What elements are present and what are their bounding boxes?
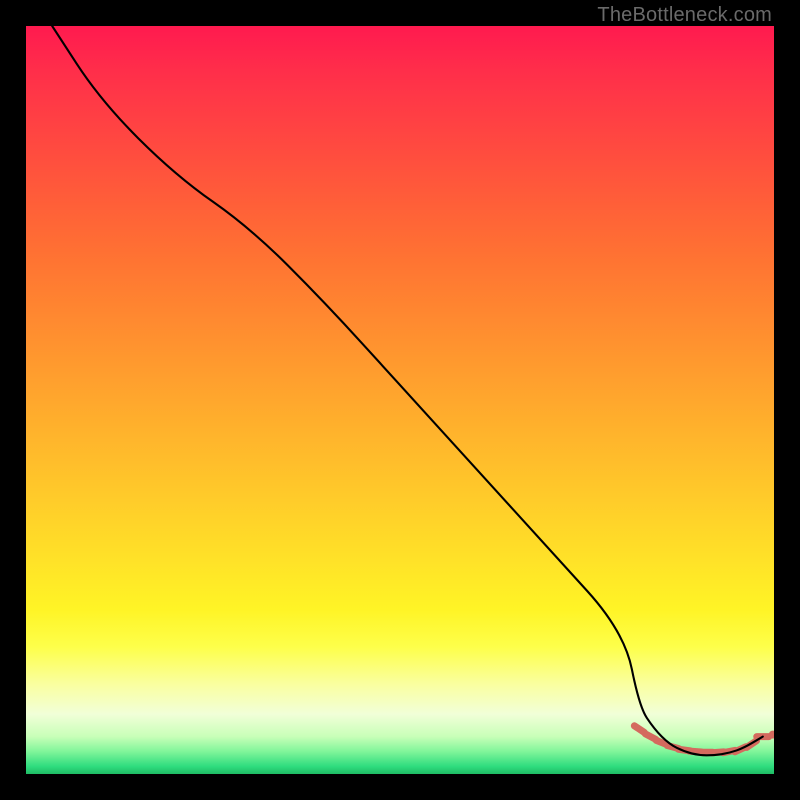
chart-svg (26, 26, 774, 774)
chart-stage: TheBottleneck.com (0, 0, 800, 800)
watermark-text: TheBottleneck.com (597, 4, 772, 27)
bottleneck-curve (52, 26, 763, 755)
plot-area (26, 26, 774, 774)
